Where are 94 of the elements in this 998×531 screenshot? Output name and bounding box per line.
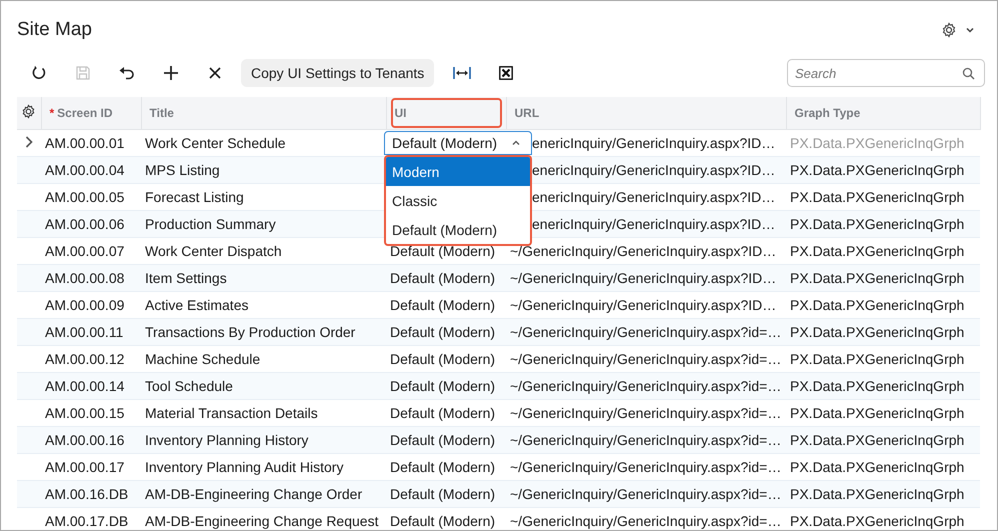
dropdown-option[interactable]: Classic [386, 186, 530, 215]
table-cell: AM.00.00.06 [45, 216, 124, 232]
table-cell: PX.Data.PXGenericInqGrph [790, 486, 964, 502]
table-cell: AM.00.00.08 [45, 270, 124, 286]
search-icon [962, 67, 975, 80]
table-cell: PX.Data.PXGenericInqGrph [790, 297, 964, 313]
table-cell: PX.Data.PXGenericInqGrph [790, 270, 964, 286]
table-cell: AM-DB-Engineering Change Order [145, 486, 362, 502]
table-cell: Forecast Listing [145, 189, 244, 205]
table-cell: Default (Modern) [390, 270, 496, 286]
dropdown-option[interactable]: Modern [386, 157, 530, 186]
table-cell: ~/GenericInquiry/GenericInquiry.aspx?ID… [510, 297, 776, 313]
table-cell: ~/GenericInquiry/GenericInquiry.aspx?ID… [510, 243, 776, 259]
table-cell: enericInquiry/GenericInquiry.aspx?ID… [532, 189, 776, 205]
chevron-up-icon [511, 139, 521, 147]
table-cell: PX.Data.PXGenericInqGrph [790, 378, 964, 394]
table-cell: Default (Modern) [390, 243, 496, 259]
table-cell: ~/GenericInquiry/GenericInquiry.aspx?id=… [510, 486, 782, 502]
column-settings-icon[interactable] [21, 104, 36, 119]
table-cell: Inventory Planning Audit History [145, 459, 344, 475]
settings-icon [941, 22, 957, 38]
table-cell: AM.00.00.11 [45, 324, 124, 340]
table-cell: MPS Listing [145, 162, 220, 178]
table-cell: PX.Data.PXGenericInqGrph [790, 351, 964, 367]
table-cell: PX.Data.PXGenericInqGrph [790, 513, 964, 529]
table-cell: Inventory Planning History [145, 432, 308, 448]
table-cell: AM-DB-Engineering Change Request [145, 513, 378, 529]
table-cell: AM.00.00.05 [45, 189, 124, 205]
dropdown-option[interactable]: Default (Modern) [386, 215, 530, 244]
table-cell: ~/GenericInquiry/GenericInquiry.aspx?id=… [510, 459, 782, 475]
table-cell: Default (Modern) [390, 405, 496, 421]
table-cell: Work Center Schedule [145, 135, 286, 151]
table-cell: enericInquiry/GenericInquiry.aspx?ID… [532, 135, 776, 151]
column-header[interactable]: UI [390, 98, 502, 128]
table-cell: PX.Data.PXGenericInqGrph [790, 324, 964, 340]
search-field[interactable]: Search [787, 59, 985, 87]
table-cell: AM.00.16.DB [45, 486, 128, 502]
table-cell: ~/GenericInquiry/GenericInquiry.aspx?id=… [510, 513, 782, 529]
table-cell: Default (Modern) [390, 378, 496, 394]
table-cell: PX.Data.PXGenericInqGrph [790, 216, 964, 232]
save-icon [75, 65, 91, 81]
table-cell: Tool Schedule [145, 378, 233, 394]
table-cell: Default (Modern) [390, 351, 496, 367]
required-mark: * [50, 106, 54, 120]
table-cell: Work Center Dispatch [145, 243, 282, 259]
window-title: Site Map [17, 19, 92, 41]
table-cell: Production Summary [145, 216, 276, 232]
table-cell: AM.00.00.12 [45, 351, 124, 367]
table-cell: PX.Data.PXGenericInqGrph [790, 432, 964, 448]
table-cell: ~/GenericInquiry/GenericInquiry.aspx?id=… [510, 351, 782, 367]
close-icon [208, 66, 222, 80]
table-cell: AM.00.00.09 [45, 297, 124, 313]
table-cell: PX.Data.PXGenericInqGrph [790, 459, 964, 475]
refresh-icon [31, 65, 47, 81]
table-cell: AM.00.00.17 [45, 459, 124, 475]
undo-icon [118, 65, 136, 81]
table-cell: Active Estimates [145, 297, 248, 313]
table-cell: Transactions By Production Order [145, 324, 356, 340]
settings-menu-button[interactable] [941, 22, 975, 38]
table-cell: ~/GenericInquiry/GenericInquiry.aspx?id=… [510, 432, 782, 448]
table-cell: Default (Modern) [390, 432, 496, 448]
table-cell: enericInquiry/GenericInquiry.aspx?ID… [532, 162, 776, 178]
table-cell: AM.00.00.01 [45, 135, 124, 151]
table-cell: PX.Data.PXGenericInqGrph [790, 243, 964, 259]
table-cell: PX.Data.PXGenericInqGrph [790, 162, 964, 178]
table-cell: Material Transaction Details [145, 405, 318, 421]
table-cell: AM.00.00.14 [45, 378, 124, 394]
copy-ui-settings-button[interactable]: Copy UI Settings to Tenants [241, 59, 434, 87]
table-cell: Machine Schedule [145, 351, 260, 367]
table-cell: AM.00.00.15 [45, 405, 124, 421]
table-cell: PX.Data.PXGenericInqGrph [790, 135, 964, 151]
table-cell: ~/GenericInquiry/GenericInquiry.aspx?id=… [510, 378, 782, 394]
table-cell: PX.Data.PXGenericInqGrph [790, 189, 964, 205]
table-cell: Default (Modern) [390, 297, 496, 313]
table-cell: AM.00.17.DB [45, 513, 128, 529]
table-cell: enericInquiry/GenericInquiry.aspx?ID… [532, 216, 776, 232]
ui-select[interactable]: Default (Modern) [384, 131, 532, 155]
fit-width-icon [453, 66, 472, 80]
table-cell: ~/GenericInquiry/GenericInquiry.aspx?ID… [510, 270, 776, 286]
table-cell: ~/GenericInquiry/GenericInquiry.aspx?id=… [510, 324, 782, 340]
table-cell: Default (Modern) [390, 459, 496, 475]
excel-icon [499, 66, 514, 80]
table-cell: AM.00.00.07 [45, 243, 124, 259]
table-cell: Default (Modern) [390, 486, 496, 502]
table-cell: AM.00.00.16 [45, 432, 124, 448]
table-cell: Default (Modern) [390, 324, 496, 340]
table-cell: PX.Data.PXGenericInqGrph [790, 405, 964, 421]
table-cell: AM.00.00.04 [45, 162, 124, 178]
table-cell: Item Settings [145, 270, 227, 286]
chevron-right-icon [25, 136, 33, 148]
chevron-down-icon [965, 26, 975, 34]
table-cell: Default (Modern) [390, 513, 496, 529]
table-cell: ~/GenericInquiry/GenericInquiry.aspx?id=… [510, 405, 782, 421]
plus-icon [163, 65, 179, 81]
